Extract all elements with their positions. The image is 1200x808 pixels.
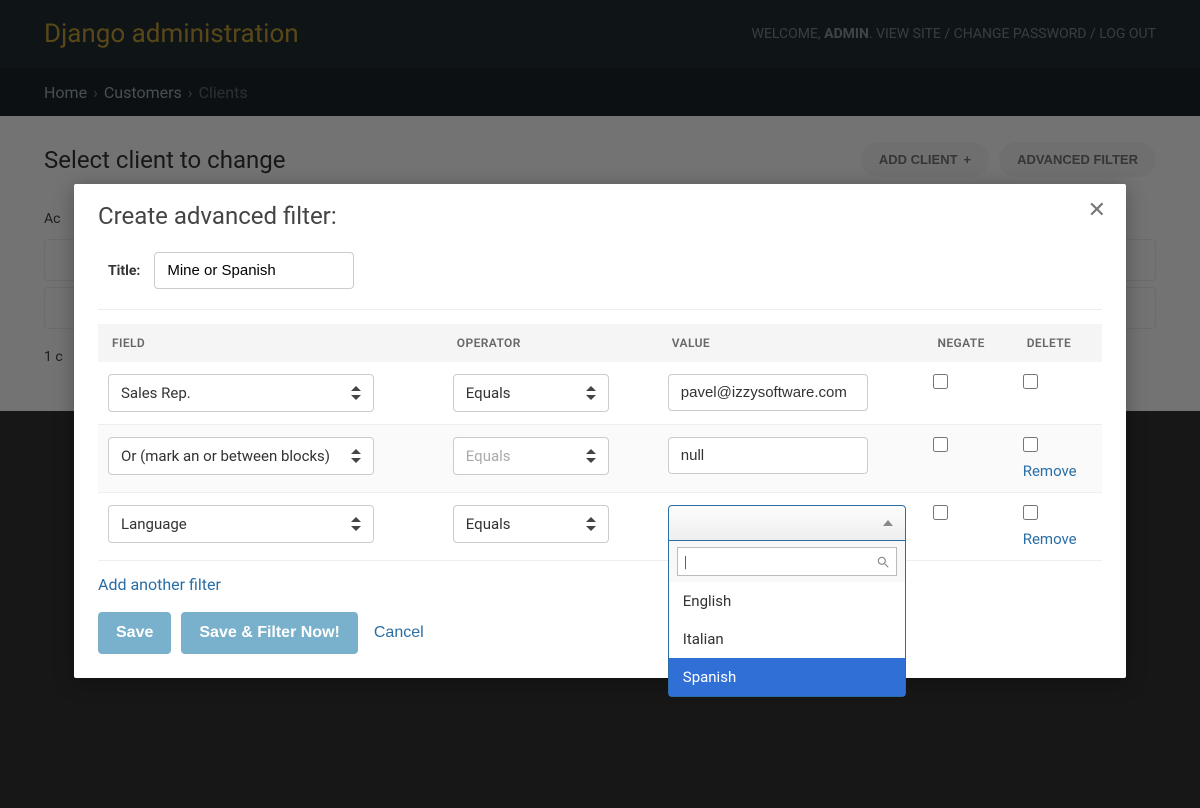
sort-icon — [586, 386, 596, 400]
close-icon[interactable]: ✕ — [1088, 198, 1106, 223]
sort-icon — [351, 517, 361, 531]
negate-checkbox[interactable] — [933, 505, 948, 520]
th-negate: NEGATE — [923, 324, 1012, 362]
dropdown-option[interactable]: Italian — [669, 620, 905, 658]
search-icon — [876, 555, 890, 569]
sort-icon — [351, 449, 361, 463]
operator-select[interactable]: Equals — [453, 437, 609, 475]
field-select[interactable]: Language — [108, 505, 374, 543]
negate-checkbox[interactable] — [933, 437, 948, 452]
value-dropdown[interactable]: | English Italian Spanish — [668, 505, 906, 541]
title-field-label: Title: — [108, 263, 140, 279]
field-select[interactable]: Sales Rep. — [108, 374, 374, 412]
filter-row: Or (mark an or between blocks) Equals Re… — [98, 425, 1102, 493]
dropdown-panel: | English Italian Spanish — [668, 541, 906, 697]
value-input[interactable] — [668, 437, 868, 474]
remove-link[interactable]: Remove — [1023, 462, 1077, 480]
th-field: FIELD — [98, 324, 443, 362]
dropdown-search[interactable]: | — [677, 547, 897, 576]
chevron-up-icon — [883, 520, 893, 526]
filter-table: FIELD OPERATOR VALUE NEGATE DELETE Sales… — [98, 324, 1102, 561]
sort-icon — [586, 517, 596, 531]
th-operator: OPERATOR — [443, 324, 658, 362]
operator-select[interactable]: Equals — [453, 374, 609, 412]
title-input[interactable] — [154, 252, 354, 289]
advanced-filter-modal: ✕ Create advanced filter: Title: FIELD O… — [74, 184, 1126, 678]
sort-icon — [586, 449, 596, 463]
delete-checkbox[interactable] — [1023, 374, 1038, 389]
remove-link[interactable]: Remove — [1023, 530, 1077, 548]
dropdown-toggle[interactable] — [668, 505, 906, 541]
operator-select[interactable]: Equals — [453, 505, 609, 543]
value-input[interactable] — [668, 374, 868, 411]
negate-checkbox[interactable] — [933, 374, 948, 389]
field-select[interactable]: Or (mark an or between blocks) — [108, 437, 374, 475]
add-another-filter-link[interactable]: Add another filter — [98, 575, 221, 594]
th-value: VALUE — [658, 324, 924, 362]
search-input[interactable] — [687, 554, 875, 570]
filter-row: Sales Rep. Equals — [98, 362, 1102, 425]
dropdown-option[interactable]: Spanish — [669, 658, 905, 696]
modal-title: Create advanced filter: — [98, 202, 1102, 230]
delete-checkbox[interactable] — [1023, 505, 1038, 520]
cancel-button[interactable]: Cancel — [368, 614, 430, 652]
save-filter-now-button[interactable]: Save & Filter Now! — [181, 612, 357, 654]
sort-icon — [351, 386, 361, 400]
dropdown-option[interactable]: English — [669, 582, 905, 620]
delete-checkbox[interactable] — [1023, 437, 1038, 452]
th-delete: DELETE — [1013, 324, 1102, 362]
save-button[interactable]: Save — [98, 612, 171, 654]
filter-row: Language Equals | — [98, 493, 1102, 561]
